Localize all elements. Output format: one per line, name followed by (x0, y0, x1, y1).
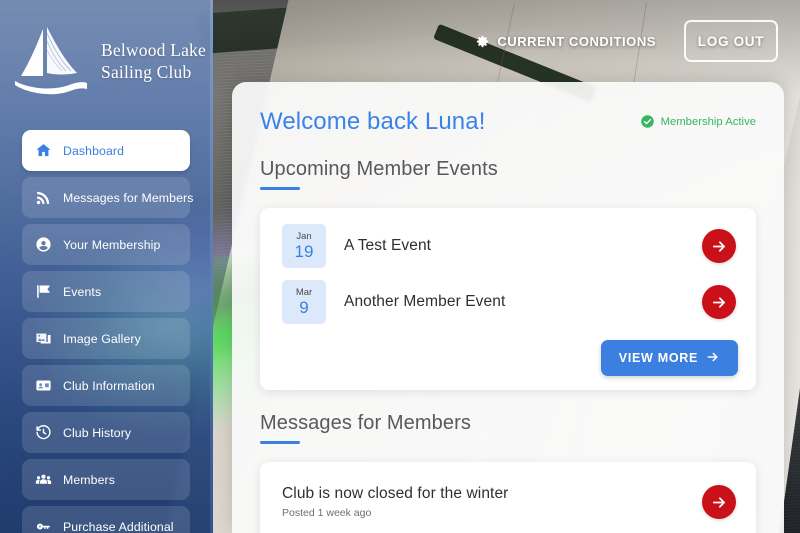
events-section-heading: Upcoming Member Events (260, 158, 498, 180)
event-date-chip: Jan 19 (282, 224, 326, 268)
messages-heading-underline (260, 441, 300, 444)
event-open-button[interactable] (702, 229, 736, 263)
event-date-chip: Mar 9 (282, 280, 326, 324)
sidebar-item-label: Club History (63, 425, 132, 440)
arrow-right-icon (711, 238, 728, 255)
event-day: 19 (294, 242, 314, 262)
view-more-events-button[interactable]: VIEW MORE (600, 340, 738, 376)
view-more-label: VIEW MORE (618, 351, 698, 365)
club-name-line1: Belwood Lake (101, 40, 206, 61)
event-month: Jan (296, 230, 312, 242)
sidebar-item-club-information[interactable]: Club Information (22, 365, 190, 406)
gear-icon (475, 34, 490, 49)
club-name-line2: Sailing Club (101, 62, 192, 82)
membership-status-badge: Membership Active (640, 114, 756, 129)
topbar: CURRENT CONDITIONS LOG OUT (213, 0, 800, 82)
id-card-icon (35, 377, 52, 394)
message-posted: Posted 1 week ago (282, 507, 372, 519)
sidebar: Belwood Lake Sailing Club Dashboard Mess… (0, 0, 213, 533)
home-icon (35, 142, 52, 159)
photo-icon (35, 330, 52, 347)
app-root: Belwood Lake Sailing Club Dashboard Mess… (0, 0, 800, 533)
event-row[interactable]: Mar 9 Another Member Event (260, 274, 756, 330)
welcome-heading: Welcome back Luna! (260, 108, 486, 135)
sailboat-logo-icon (7, 23, 95, 101)
club-logo-text: Belwood Lake Sailing Club (101, 40, 206, 83)
sidebar-item-label: Members (63, 472, 115, 487)
message-open-button[interactable] (702, 485, 736, 519)
key-icon (35, 518, 52, 533)
main-panel: Welcome back Luna! Membership Active Upc… (232, 82, 784, 533)
logout-button[interactable]: LOG OUT (684, 20, 778, 62)
sidebar-item-label: Purchase Additional (63, 519, 174, 533)
sidebar-item-image-gallery[interactable]: Image Gallery (22, 318, 190, 359)
message-text: Club is now closed for the winter Posted… (282, 485, 702, 519)
logout-label: LOG OUT (697, 33, 765, 49)
event-title: A Test Event (344, 237, 432, 254)
messages-section-heading: Messages for Members (260, 412, 471, 434)
current-conditions-label: CURRENT CONDITIONS (497, 33, 656, 49)
sidebar-item-dashboard[interactable]: Dashboard (22, 130, 190, 171)
people-group-icon (35, 471, 52, 488)
sidebar-item-label: Image Gallery (63, 331, 141, 346)
welcome-row: Welcome back Luna! Membership Active (260, 108, 756, 136)
sidebar-item-club-history[interactable]: Club History (22, 412, 190, 453)
event-month: Mar (295, 286, 313, 298)
rss-icon (35, 189, 52, 206)
arrow-right-icon (711, 294, 728, 311)
sidebar-item-purchase-additional[interactable]: Purchase Additional (22, 506, 190, 533)
sidebar-item-members[interactable]: Members (22, 459, 190, 500)
flag-icon (35, 283, 52, 300)
arrow-right-icon (706, 350, 720, 367)
message-row[interactable]: Club is now closed for the winter Posted… (260, 472, 756, 532)
arrow-right-icon (711, 494, 728, 511)
current-conditions-link[interactable]: CURRENT CONDITIONS (475, 34, 656, 49)
events-heading-underline (260, 187, 300, 190)
sidebar-nav: Dashboard Messages for Members Your Memb… (22, 130, 194, 533)
message-title: Club is now closed for the winter (282, 485, 509, 502)
sidebar-item-events[interactable]: Events (22, 271, 190, 312)
event-row[interactable]: Jan 19 A Test Event (260, 218, 756, 274)
event-title: Another Member Event (344, 293, 506, 310)
sidebar-item-your-membership[interactable]: Your Membership (22, 224, 190, 265)
check-circle-icon (640, 114, 655, 129)
event-open-button[interactable] (702, 285, 736, 319)
sidebar-item-label: Club Information (63, 378, 155, 393)
history-clock-icon (35, 424, 52, 441)
sidebar-item-label: Events (63, 284, 102, 299)
user-circle-icon (35, 236, 52, 253)
event-day: 9 (299, 298, 309, 318)
messages-card: Club is now closed for the winter Posted… (260, 462, 756, 533)
sidebar-item-label: Dashboard (63, 143, 125, 158)
sidebar-item-label: Messages for Members (63, 190, 194, 205)
events-card-footer: VIEW MORE (260, 330, 756, 390)
club-logo[interactable]: Belwood Lake Sailing Club (0, 8, 213, 116)
membership-status-label: Membership Active (660, 115, 756, 128)
sidebar-item-label: Your Membership (63, 237, 161, 252)
upcoming-events-card: Jan 19 A Test Event Mar 9 Another Member… (260, 208, 756, 390)
sidebar-item-messages-for-members[interactable]: Messages for Members (22, 177, 194, 218)
